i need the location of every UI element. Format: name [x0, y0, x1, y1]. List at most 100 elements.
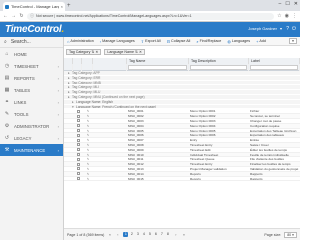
tab-close-icon[interactable]: ×: [61, 4, 63, 9]
sidebar-search[interactable]: ⌕ Search...: [0, 37, 63, 48]
breadcrumb-manage-languages[interactable]: › Manage Languages: [100, 39, 135, 44]
next-page-button[interactable]: ›: [173, 233, 178, 237]
edit-icon[interactable]: ✎: [82, 138, 93, 142]
edit-icon[interactable]: ✎: [82, 133, 93, 137]
sidebar-item-maintenance[interactable]: ⚒ Maintenance ›: [0, 144, 63, 156]
find-replace-button[interactable]: ⌕ Find/Replace: [196, 39, 221, 44]
first-page-button[interactable]: «: [107, 233, 112, 237]
row-checkbox[interactable]: [73, 176, 82, 181]
table-row[interactable]: ✎ MNU_0015 Reports Rapports: [64, 177, 300, 182]
page-number-button[interactable]: 7: [159, 232, 164, 237]
row-checkbox[interactable]: [73, 143, 82, 147]
row-checkbox[interactable]: [73, 162, 82, 166]
sidebar-item-reports[interactable]: ▤ Reports ›: [0, 72, 63, 84]
filter-tag-name-input[interactable]: [128, 65, 187, 70]
sidebar-item-timesheet[interactable]: ◷ Timesheet ›: [0, 60, 63, 72]
row-checkbox[interactable]: [73, 109, 82, 113]
power-icon[interactable]: ⏻: [292, 26, 296, 32]
collapse-all-button[interactable]: ⊟ Collapse All: [167, 39, 191, 44]
export-all-button[interactable]: ⇪ Export All: [141, 39, 161, 44]
row-spacer: [64, 114, 73, 118]
add-button[interactable]: + Add: [256, 39, 266, 44]
cell-label: File d'attente des feuilles: [250, 157, 284, 162]
column-chooser[interactable]: ▾: [289, 38, 297, 44]
group-chip-language-name[interactable]: Language Name ⇅ ✕: [104, 49, 145, 55]
row-checkbox[interactable]: [73, 148, 82, 152]
page-number-button[interactable]: 6: [153, 232, 158, 237]
page-number-button[interactable]: 1: [123, 232, 129, 237]
sidebar-item-tables[interactable]: ▦ Tables ›: [0, 84, 63, 96]
row-checkbox[interactable]: [73, 114, 82, 118]
forward-icon[interactable]: →: [11, 13, 16, 19]
row-checkbox[interactable]: [73, 172, 82, 176]
filter-label-input[interactable]: [250, 65, 298, 70]
edit-icon[interactable]: ✎: [82, 177, 93, 181]
browser-tab[interactable]: TimeControl - Manage Langua... ×: [3, 2, 65, 11]
row-checkbox[interactable]: [73, 138, 82, 142]
maximize-icon[interactable]: ☐: [285, 1, 289, 7]
edit-icon[interactable]: ✎: [82, 157, 93, 161]
edit-icon[interactable]: ✎: [82, 167, 93, 171]
last-page-button[interactable]: »: [181, 233, 186, 237]
chevron-right-icon: ›: [57, 63, 59, 69]
sidebar-item-home[interactable]: ⌂ Home: [0, 48, 63, 60]
row-checkbox[interactable]: [73, 157, 82, 161]
row-checkbox[interactable]: [73, 124, 82, 128]
report-icon: ▤: [4, 75, 10, 81]
row-checkbox[interactable]: [73, 128, 82, 133]
minimize-icon[interactable]: –: [279, 1, 282, 7]
filter-row: [64, 64, 300, 71]
edit-icon[interactable]: ✎: [82, 143, 93, 147]
row-checkbox[interactable]: [73, 133, 82, 137]
sidebar-item-legacy[interactable]: ↺ Legacy ›: [0, 132, 63, 144]
row-spacer: [93, 138, 127, 142]
cell-label: Exportation des tableaux: [250, 133, 285, 138]
row-checkbox[interactable]: [73, 167, 82, 171]
page-number-button[interactable]: 2: [129, 232, 134, 237]
edit-icon[interactable]: ✎: [82, 129, 93, 133]
url-field[interactable]: ⓘ Not secure | www.timecontrol.net/Appli…: [27, 12, 275, 20]
info-icon[interactable]: ⓘ: [30, 13, 34, 19]
page-number-button[interactable]: 5: [147, 232, 152, 237]
edit-icon[interactable]: ✎: [82, 162, 93, 166]
cell-tag-name: MNU_0005: [128, 128, 144, 133]
browser-tab-title: TimeControl - Manage Langua...: [11, 4, 59, 9]
close-window-icon[interactable]: ✕: [294, 1, 298, 7]
app-logo[interactable]: TimeControl.: [5, 24, 64, 35]
row-checkbox[interactable]: [73, 119, 82, 123]
edit-icon[interactable]: ✎: [82, 109, 93, 113]
page-size-select[interactable]: 80 ▾: [284, 231, 297, 238]
breadcrumb-administration[interactable]: ⌂ Administration: [67, 39, 94, 44]
sidebar-item-links[interactable]: ⚭ Links ›: [0, 96, 63, 108]
edit-icon[interactable]: ✎: [82, 153, 93, 157]
window-controls: – ☐ ✕: [279, 1, 298, 7]
edit-icon[interactable]: ✎: [82, 114, 93, 118]
user-menu[interactable]: Joseph Gardner ▾: [248, 26, 282, 31]
row-spacer: [93, 172, 127, 176]
new-tab-button[interactable]: +: [67, 2, 71, 10]
edit-icon[interactable]: ✎: [82, 172, 93, 176]
chevron-right-icon: ›: [57, 75, 59, 81]
star-icon[interactable]: ☆: [277, 13, 281, 19]
reload-icon[interactable]: ↻: [19, 13, 24, 19]
row-spacer: [93, 124, 127, 128]
menu-icon[interactable]: ⋮: [292, 13, 297, 19]
back-icon[interactable]: ←: [3, 13, 8, 19]
profile-icon[interactable]: ◉: [285, 13, 289, 19]
help-icon[interactable]: ?: [286, 26, 289, 32]
filter-tag-description-input[interactable]: [190, 65, 247, 70]
languages-button[interactable]: ◍ Languages: [227, 39, 250, 44]
row-checkbox[interactable]: [73, 152, 82, 157]
group-row-label: Tag Category: MLU: [72, 90, 101, 95]
sidebar-item-tools[interactable]: ✎ Tools ›: [0, 108, 63, 120]
sidebar-item-administrator[interactable]: ⚙ Administrator ›: [0, 120, 63, 132]
prev-page-button[interactable]: ‹: [115, 233, 120, 237]
group-chip-tag-category[interactable]: Tag Category ⇅ ✕: [66, 49, 102, 55]
page-number-button[interactable]: 4: [141, 232, 146, 237]
edit-icon[interactable]: ✎: [82, 124, 93, 128]
page-number-button[interactable]: 3: [135, 232, 140, 237]
edit-icon[interactable]: ✎: [82, 119, 93, 123]
search-input[interactable]: Search...: [11, 39, 31, 45]
edit-icon[interactable]: ✎: [82, 148, 93, 152]
page-number-button[interactable]: 8: [165, 232, 170, 237]
